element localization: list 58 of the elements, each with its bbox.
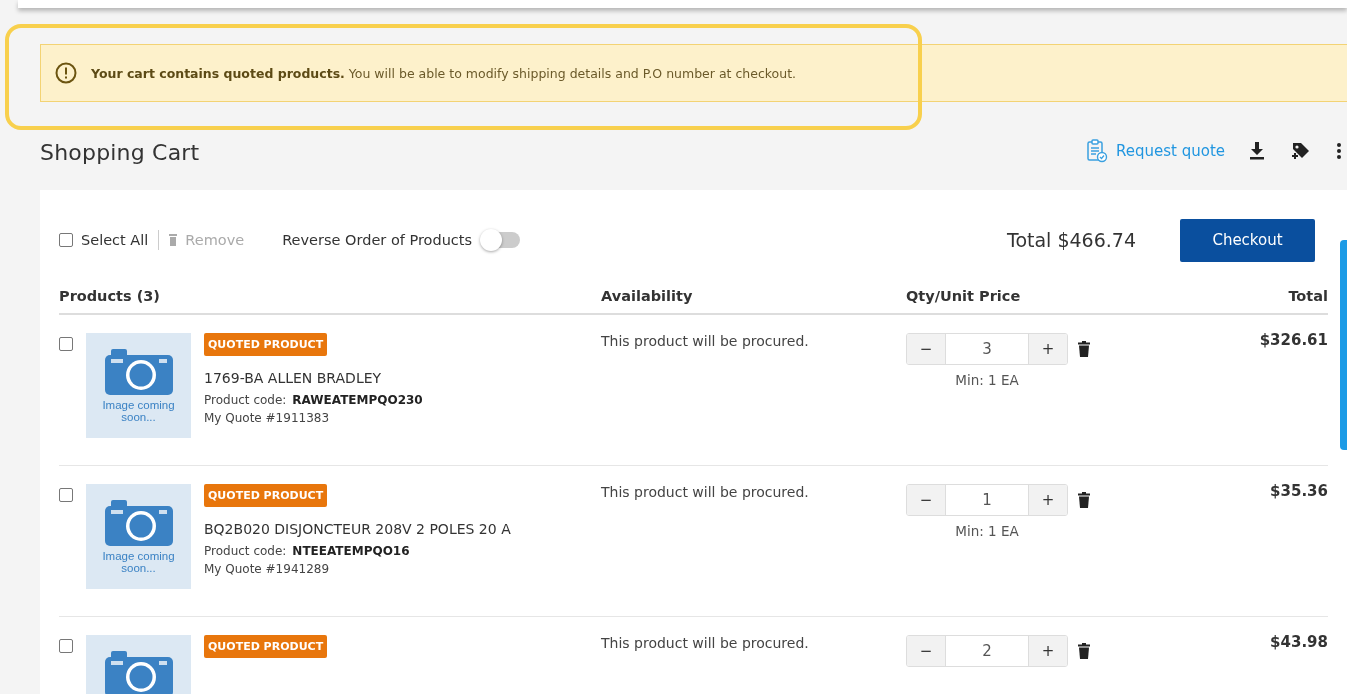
- row-checkbox[interactable]: [59, 639, 73, 653]
- quote-number-link[interactable]: My Quote #1941289: [204, 562, 330, 576]
- camera-icon: [102, 649, 175, 694]
- availability-text: This product will be procured.: [601, 635, 809, 651]
- trash-icon[interactable]: [1078, 341, 1090, 357]
- decrease-button[interactable]: −: [907, 485, 945, 515]
- trash-icon[interactable]: [1078, 643, 1090, 659]
- image-caption: Image coming soon...: [101, 399, 176, 423]
- scrollbar-thumb[interactable]: [1340, 240, 1347, 450]
- quantity-stepper[interactable]: − 1 +: [906, 484, 1068, 516]
- minimum-quantity: Min: 1 EA: [954, 372, 1020, 388]
- row-checkbox[interactable]: [59, 488, 73, 502]
- row-total: $43.98: [1270, 633, 1328, 651]
- availability-text: This product will be procured.: [601, 484, 809, 500]
- total-column-header: Total: [1287, 288, 1328, 304]
- increase-button[interactable]: +: [1029, 485, 1067, 515]
- availability-text: This product will be procured.: [601, 333, 809, 349]
- warning-icon: [55, 62, 77, 84]
- trash-icon: [169, 234, 178, 246]
- trash-icon[interactable]: [1078, 492, 1090, 508]
- row-checkbox[interactable]: [59, 337, 73, 351]
- more-options-icon[interactable]: [1337, 143, 1341, 159]
- row-total: $326.61: [1259, 331, 1328, 349]
- product-code-label: Product code:: [204, 544, 287, 558]
- product-code: RAWEATEMPQO230: [292, 393, 423, 407]
- decrease-button[interactable]: −: [907, 334, 945, 364]
- clipboard-check-icon: [1086, 139, 1108, 163]
- tag-plus-icon[interactable]: [1291, 141, 1311, 161]
- product-name-link[interactable]: 1769-BA ALLEN BRADLEY: [204, 370, 382, 386]
- availability-column-header: Availability: [601, 288, 694, 304]
- decrease-button[interactable]: −: [907, 636, 945, 666]
- select-all-label[interactable]: Select All: [81, 232, 149, 248]
- product-name-link[interactable]: BQ2B020 DISJONCTEUR 208V 2 POLES 20 A: [204, 521, 511, 537]
- download-icon[interactable]: [1249, 142, 1265, 160]
- products-column-header: Products (3): [59, 288, 161, 304]
- quantity-stepper[interactable]: − 3 +: [906, 333, 1068, 365]
- page-title: Shopping Cart: [40, 139, 200, 165]
- reverse-order-toggle[interactable]: [482, 232, 521, 248]
- quoted-product-badge: QUOTED PRODUCT: [204, 484, 328, 507]
- quote-number-link[interactable]: My Quote #1911383: [204, 411, 330, 425]
- qty-column-header: Qty/Unit Price: [906, 288, 1022, 304]
- camera-icon: [102, 498, 175, 546]
- camera-icon: [102, 347, 175, 395]
- minimum-quantity: Min: 1 EA: [954, 523, 1020, 539]
- increase-button[interactable]: +: [1029, 334, 1067, 364]
- row-total: $35.36: [1270, 482, 1328, 500]
- quantity-stepper[interactable]: − 2 +: [906, 635, 1068, 667]
- reverse-order-label: Reverse Order of Products: [282, 232, 473, 248]
- select-all-checkbox[interactable]: [59, 233, 73, 247]
- quoted-product-badge: QUOTED PRODUCT: [204, 635, 328, 658]
- product-code: NTEEATEMPQO16: [292, 544, 410, 558]
- quoted-product-badge: QUOTED PRODUCT: [204, 333, 328, 356]
- increase-button[interactable]: +: [1029, 636, 1067, 666]
- checkout-button[interactable]: Checkout: [1180, 218, 1315, 262]
- product-code-label: Product code:: [204, 393, 287, 407]
- alert-message: Your cart contains quoted products. You will be able to modify shipping details and P.O number at checkout.: [91, 65, 797, 81]
- image-caption: Image coming soon...: [101, 550, 176, 574]
- cart-total: Total $466.74: [1007, 229, 1136, 251]
